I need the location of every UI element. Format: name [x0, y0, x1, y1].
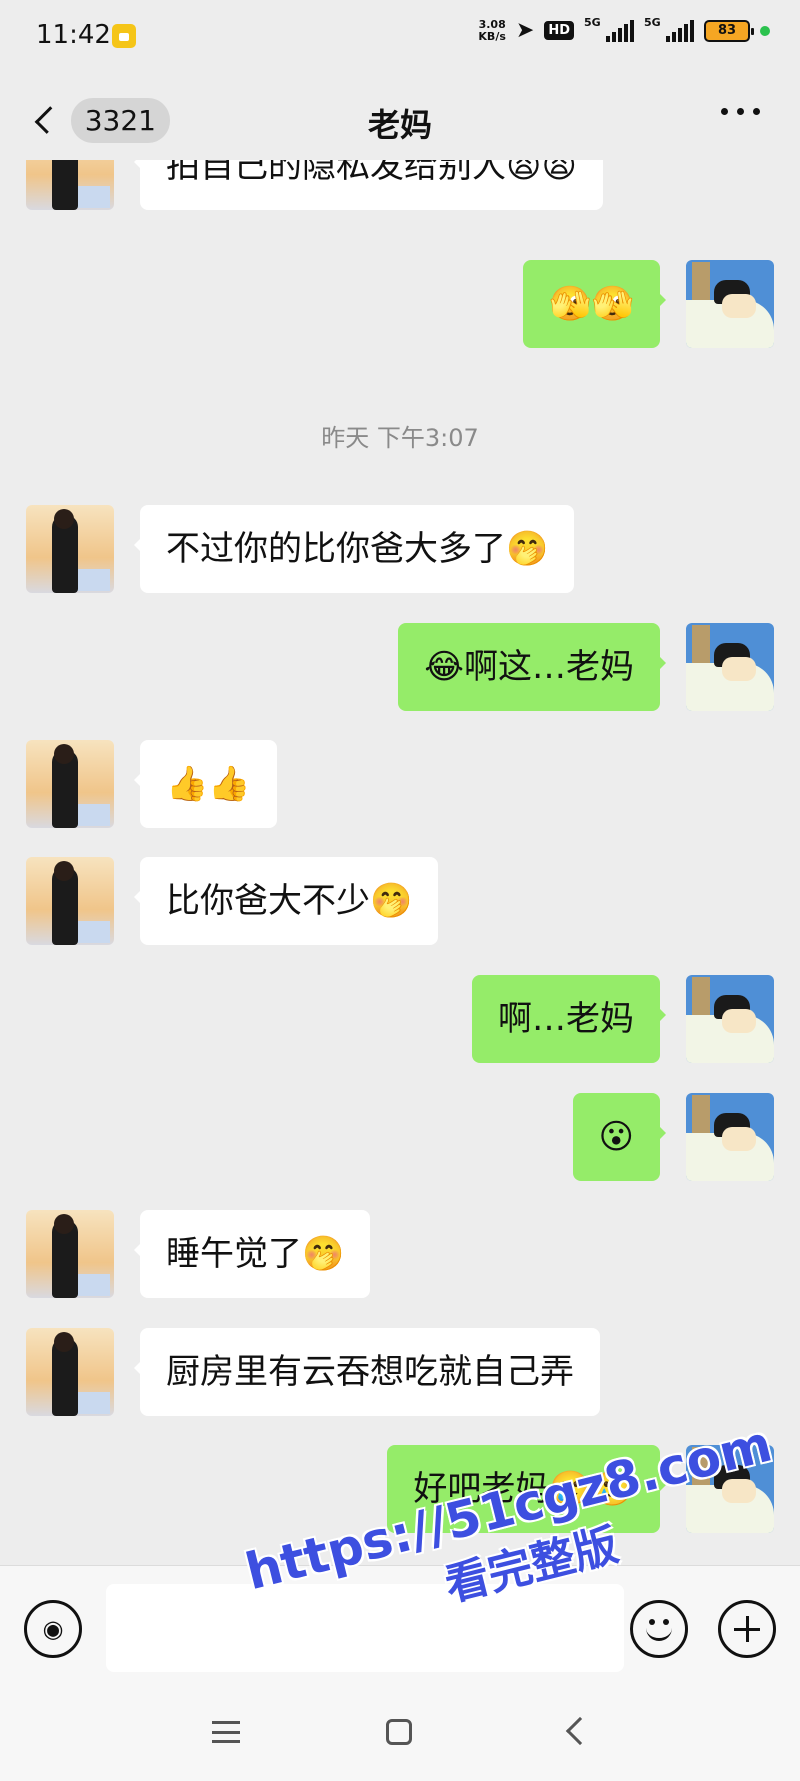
contact-avatar[interactable] [26, 857, 114, 945]
signal-strength-icon-2: 5G [644, 16, 694, 42]
recent-apps-button[interactable] [212, 1721, 240, 1743]
location-arrow-icon: ➤ [515, 18, 535, 43]
clock: 11:42 [36, 20, 111, 50]
my-avatar[interactable] [686, 623, 774, 711]
my-avatar[interactable] [686, 975, 774, 1063]
message-input[interactable] [106, 1584, 624, 1672]
incoming-message[interactable]: 👍👍 [134, 740, 277, 828]
outgoing-message[interactable]: 😮 [572, 1093, 667, 1181]
contact-avatar[interactable] [26, 160, 114, 210]
contact-avatar[interactable] [26, 1328, 114, 1416]
status-icons: 3.08 KB/s ➤ HD 5G 5G 83 [478, 16, 770, 43]
timestamp: 昨天 下午3:07 [321, 424, 479, 452]
battery-level: 83 [717, 23, 737, 38]
system-back-button[interactable] [565, 1716, 595, 1746]
chat-title: 老妈 [367, 106, 432, 144]
incoming-message[interactable]: 不过你的比你爸大多了🤭 [133, 505, 575, 593]
home-button[interactable] [386, 1719, 412, 1745]
network-speed: 3.08 KB/s [478, 17, 506, 43]
network-type-label: 5G [584, 15, 601, 29]
more-actions-button[interactable] [718, 1600, 776, 1658]
hd-voice-icon: HD [544, 21, 574, 40]
emoji-button[interactable] [630, 1600, 688, 1658]
network-type-label-2: 5G [644, 15, 661, 29]
outgoing-message[interactable]: 🫣🫣 [523, 260, 666, 348]
contact-avatar[interactable] [26, 505, 114, 593]
contact-avatar[interactable] [26, 1210, 114, 1298]
more-dots-icon [721, 108, 728, 115]
outgoing-message[interactable]: 啊…老妈 [472, 975, 666, 1063]
status-bar: 11:42 3.08 KB/s ➤ HD 5G 5G 83 [0, 0, 800, 72]
chat-header: 3321 老妈 [0, 80, 800, 160]
system-nav-bar [0, 1685, 800, 1781]
incoming-message[interactable]: 拍自己的隐私发给别人😫😫 [134, 160, 603, 210]
voice-input-button[interactable]: ◉ [24, 1600, 82, 1658]
my-avatar[interactable] [686, 260, 774, 348]
incoming-message[interactable]: 比你爸大不少🤭 [133, 857, 439, 945]
battery-icon: 83 [704, 19, 754, 42]
outgoing-message[interactable]: 😂啊这…老妈 [398, 623, 666, 711]
contact-avatar[interactable] [26, 740, 114, 828]
incoming-message[interactable]: 睡午觉了🤭 [133, 1210, 371, 1298]
privacy-indicator-icon [760, 25, 770, 36]
input-bar: ◉ [0, 1565, 800, 1685]
incoming-message[interactable]: 厨房里有云吞想吃就自己弄 [134, 1328, 600, 1416]
my-avatar[interactable] [686, 1445, 774, 1533]
app-notification-icon [112, 24, 136, 48]
signal-strength-icon: 5G [584, 16, 634, 42]
outgoing-message[interactable]: 好吧老妈🥲🥲 [387, 1445, 666, 1533]
network-speed-value: 3.08 [478, 17, 506, 31]
my-avatar[interactable] [686, 1093, 774, 1181]
network-speed-unit: KB/s [478, 29, 506, 43]
voice-wave-icon: ◉ [42, 1615, 64, 1643]
more-options-button[interactable] [721, 108, 760, 115]
message-list[interactable]: 拍自己的隐私发给别人😫😫 🫣🫣 昨天 下午3:07 不过你的比你爸大多了🤭 😂啊… [0, 160, 800, 1565]
smiley-icon [649, 1619, 655, 1625]
